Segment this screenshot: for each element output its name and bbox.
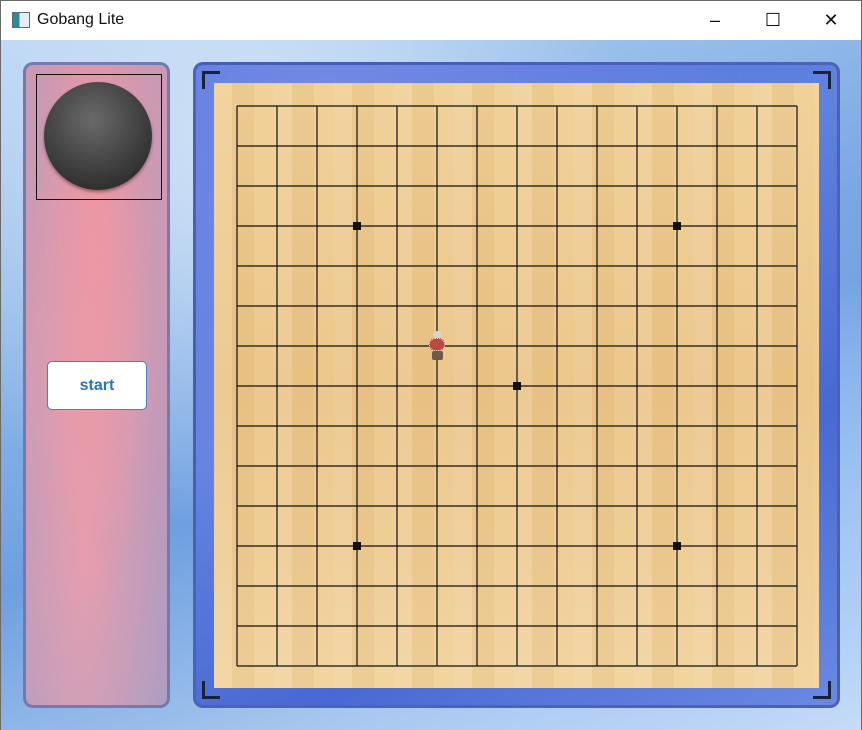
star-point [353,542,361,550]
sprite-legs [432,351,443,360]
start-button[interactable]: start [47,361,147,410]
black-stone-icon [44,82,152,190]
minimize-button[interactable]: – [686,1,744,40]
app-icon [12,12,30,28]
sprite-body [429,338,445,351]
character-sprite-icon [427,331,447,361]
star-point [353,222,361,230]
close-button[interactable]: ✕ [802,1,860,40]
board-frame [193,62,840,708]
board-grid [236,105,798,667]
window-title: Gobang Lite [37,11,125,28]
maximize-button[interactable]: ☐ [744,1,802,40]
star-point [673,542,681,550]
side-panel: start [23,62,170,708]
gobang-board[interactable] [214,83,819,688]
game-area: start [1,40,861,730]
current-turn-indicator [36,74,162,200]
star-point [673,222,681,230]
app-window: Gobang Lite – ☐ ✕ start [0,0,862,730]
title-bar: Gobang Lite – ☐ ✕ [1,1,861,40]
star-point [513,382,521,390]
